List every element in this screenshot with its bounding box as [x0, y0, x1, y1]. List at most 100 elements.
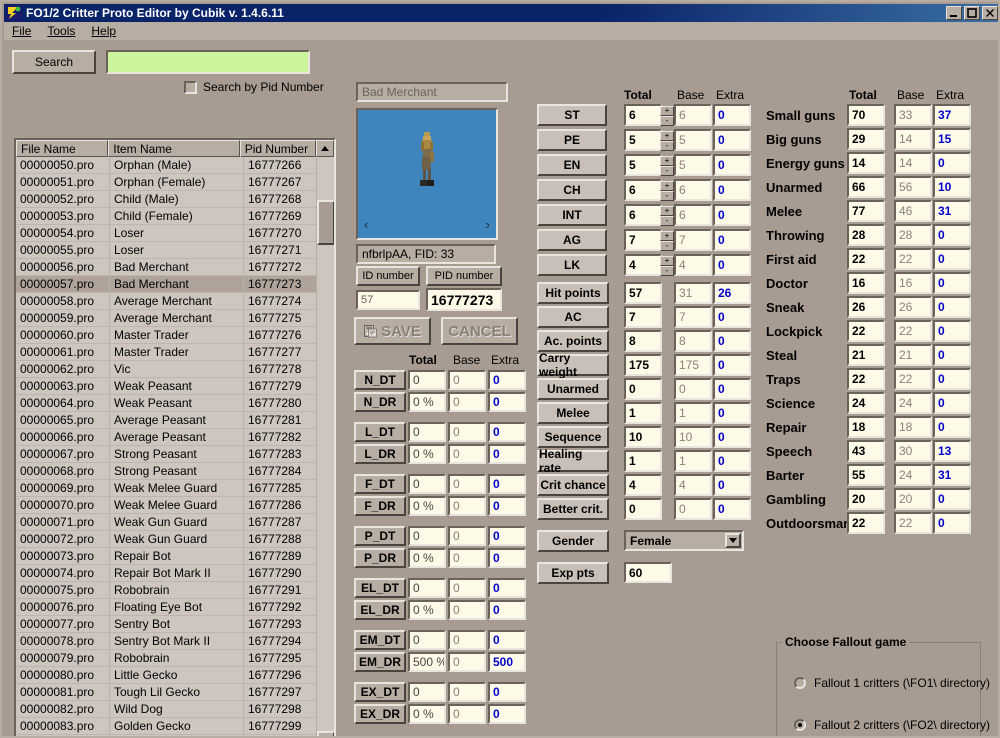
spinner-increment-icon[interactable]: + — [660, 231, 674, 241]
spinner-decrement-icon[interactable]: - — [660, 141, 674, 151]
table-row[interactable]: 00000076.pro Floating Eye Bot 16777292 — [16, 599, 316, 616]
table-row[interactable]: 00000081.pro Tough Lil Gecko 16777297 — [16, 684, 316, 701]
spinner-increment-icon[interactable]: + — [660, 256, 674, 266]
spinner-st[interactable]: + - — [660, 106, 674, 126]
special-total-en[interactable]: 5 — [624, 154, 662, 176]
critter-sprite-viewer[interactable]: ‹ › — [356, 108, 498, 240]
spinner-decrement-icon[interactable]: - — [660, 241, 674, 251]
special-total-lk[interactable]: 4 — [624, 254, 662, 276]
derived-total-unarmed[interactable]: 0 — [624, 378, 662, 400]
search-by-pid-checkbox[interactable] — [184, 80, 197, 94]
derived-extra-sequence[interactable]: 0 — [713, 426, 751, 448]
table-row[interactable]: 00000054.pro Loser 16777270 — [16, 225, 316, 242]
table-row[interactable]: 00000061.pro Master Trader 16777277 — [16, 344, 316, 361]
table-row[interactable]: 00000068.pro Strong Peasant 16777284 — [16, 463, 316, 480]
skill-extra-science[interactable]: 0 — [933, 392, 971, 414]
damage-extra-em-dr[interactable]: 500 — [488, 652, 526, 672]
damage-extra-p-dt[interactable]: 0 — [488, 526, 526, 546]
derived-extra-ac-points[interactable]: 0 — [713, 330, 751, 352]
menu-file[interactable]: File — [4, 22, 39, 40]
menu-tools[interactable]: Tools — [39, 22, 83, 40]
derived-total-healing-rate[interactable]: 1 — [624, 450, 662, 472]
previous-frame-button[interactable]: ‹ — [364, 217, 368, 232]
derived-total-melee[interactable]: 1 — [624, 402, 662, 424]
derived-total-crit-chance[interactable]: 4 — [624, 474, 662, 496]
spinner-decrement-icon[interactable]: - — [660, 166, 674, 176]
skill-total-doctor[interactable]: 16 — [847, 272, 885, 294]
skill-total-energy-guns[interactable]: 14 — [847, 152, 885, 174]
damage-extra-el-dt[interactable]: 0 — [488, 578, 526, 598]
special-extra-pe[interactable]: 0 — [713, 129, 751, 151]
skill-total-barter[interactable]: 55 — [847, 464, 885, 486]
spinner-decrement-icon[interactable]: - — [660, 191, 674, 201]
skill-extra-doctor[interactable]: 0 — [933, 272, 971, 294]
next-frame-button[interactable]: › — [486, 217, 490, 232]
radio-fallout1-indicator[interactable] — [794, 677, 806, 689]
derived-extra-hit-points[interactable]: 26 — [713, 282, 751, 304]
radio-fallout2[interactable]: Fallout 2 critters (\FO2\ directory) — [794, 718, 990, 732]
skill-total-outdoorsman[interactable]: 22 — [847, 512, 885, 534]
damage-extra-f-dr[interactable]: 0 — [488, 496, 526, 516]
chevron-down-icon[interactable] — [725, 533, 741, 548]
spinner-ch[interactable]: + - — [660, 181, 674, 201]
skill-total-sneak[interactable]: 26 — [847, 296, 885, 318]
skill-extra-outdoorsman[interactable]: 0 — [933, 512, 971, 534]
skill-extra-unarmed[interactable]: 10 — [933, 176, 971, 198]
table-row[interactable]: 00000066.pro Average Peasant 16777282 — [16, 429, 316, 446]
table-row[interactable]: 00000072.pro Weak Gun Guard 16777288 — [16, 531, 316, 548]
table-row[interactable]: 00000053.pro Child (Female) 16777269 — [16, 208, 316, 225]
damage-extra-el-dr[interactable]: 0 — [488, 600, 526, 620]
column-header-pid-number[interactable]: Pid Number — [239, 140, 317, 157]
table-row[interactable]: 00000070.pro Weak Melee Guard 16777286 — [16, 497, 316, 514]
skill-total-big-guns[interactable]: 29 — [847, 128, 885, 150]
damage-extra-l-dt[interactable]: 0 — [488, 422, 526, 442]
special-extra-st[interactable]: 0 — [713, 104, 751, 126]
radio-fallout1[interactable]: Fallout 1 critters (\FO1\ directory) — [794, 676, 990, 690]
list-vertical-scrollbar[interactable] — [316, 157, 334, 736]
derived-extra-healing-rate[interactable]: 0 — [713, 450, 751, 472]
skill-extra-melee[interactable]: 31 — [933, 200, 971, 222]
damage-extra-p-dr[interactable]: 0 — [488, 548, 526, 568]
derived-total-carry-weight[interactable]: 175 — [624, 354, 662, 376]
skill-extra-barter[interactable]: 31 — [933, 464, 971, 486]
skill-total-repair[interactable]: 18 — [847, 416, 885, 438]
spinner-increment-icon[interactable]: + — [660, 206, 674, 216]
menu-help[interactable]: Help — [83, 22, 124, 40]
skill-extra-sneak[interactable]: 0 — [933, 296, 971, 318]
special-total-ch[interactable]: 6 — [624, 179, 662, 201]
search-input[interactable] — [106, 50, 310, 74]
maximize-button[interactable] — [964, 6, 980, 20]
table-row[interactable]: 00000067.pro Strong Peasant 16777283 — [16, 446, 316, 463]
skill-extra-repair[interactable]: 0 — [933, 416, 971, 438]
skill-total-unarmed[interactable]: 66 — [847, 176, 885, 198]
skill-total-traps[interactable]: 22 — [847, 368, 885, 390]
skill-extra-steal[interactable]: 0 — [933, 344, 971, 366]
derived-extra-crit-chance[interactable]: 0 — [713, 474, 751, 496]
save-button[interactable]: SAVE — [354, 317, 431, 345]
skill-extra-first-aid[interactable]: 0 — [933, 248, 971, 270]
table-row[interactable]: 00000064.pro Weak Peasant 16777280 — [16, 395, 316, 412]
column-header-item-name[interactable]: Item Name — [108, 140, 240, 157]
skill-extra-gambling[interactable]: 0 — [933, 488, 971, 510]
table-row[interactable]: 00000080.pro Little Gecko 16777296 — [16, 667, 316, 684]
spinner-increment-icon[interactable]: + — [660, 156, 674, 166]
derived-extra-unarmed[interactable]: 0 — [713, 378, 751, 400]
special-total-st[interactable]: 6 — [624, 104, 662, 126]
special-total-int[interactable]: 6 — [624, 204, 662, 226]
table-row[interactable]: 00000078.pro Sentry Bot Mark II 16777294 — [16, 633, 316, 650]
scrollbar-thumb[interactable] — [317, 200, 334, 245]
column-header-file-name[interactable]: File Name — [16, 140, 109, 157]
close-button[interactable] — [982, 6, 998, 20]
table-row[interactable]: 00000075.pro Robobrain 16777291 — [16, 582, 316, 599]
table-row[interactable]: 00000058.pro Average Merchant 16777274 — [16, 293, 316, 310]
table-row[interactable]: 00000060.pro Master Trader 16777276 — [16, 327, 316, 344]
exp-points-input[interactable]: 60 — [624, 562, 672, 583]
pid-number-input[interactable]: 16777273 — [426, 288, 502, 311]
spinner-decrement-icon[interactable]: - — [660, 116, 674, 126]
table-row[interactable]: 00000057.pro Bad Merchant 16777273 — [16, 276, 316, 293]
derived-extra-better-crit-[interactable]: 0 — [713, 498, 751, 520]
table-row[interactable]: 00000074.pro Repair Bot Mark II 16777290 — [16, 565, 316, 582]
spinner-pe[interactable]: + - — [660, 131, 674, 151]
damage-extra-em-dt[interactable]: 0 — [488, 630, 526, 650]
derived-total-sequence[interactable]: 10 — [624, 426, 662, 448]
